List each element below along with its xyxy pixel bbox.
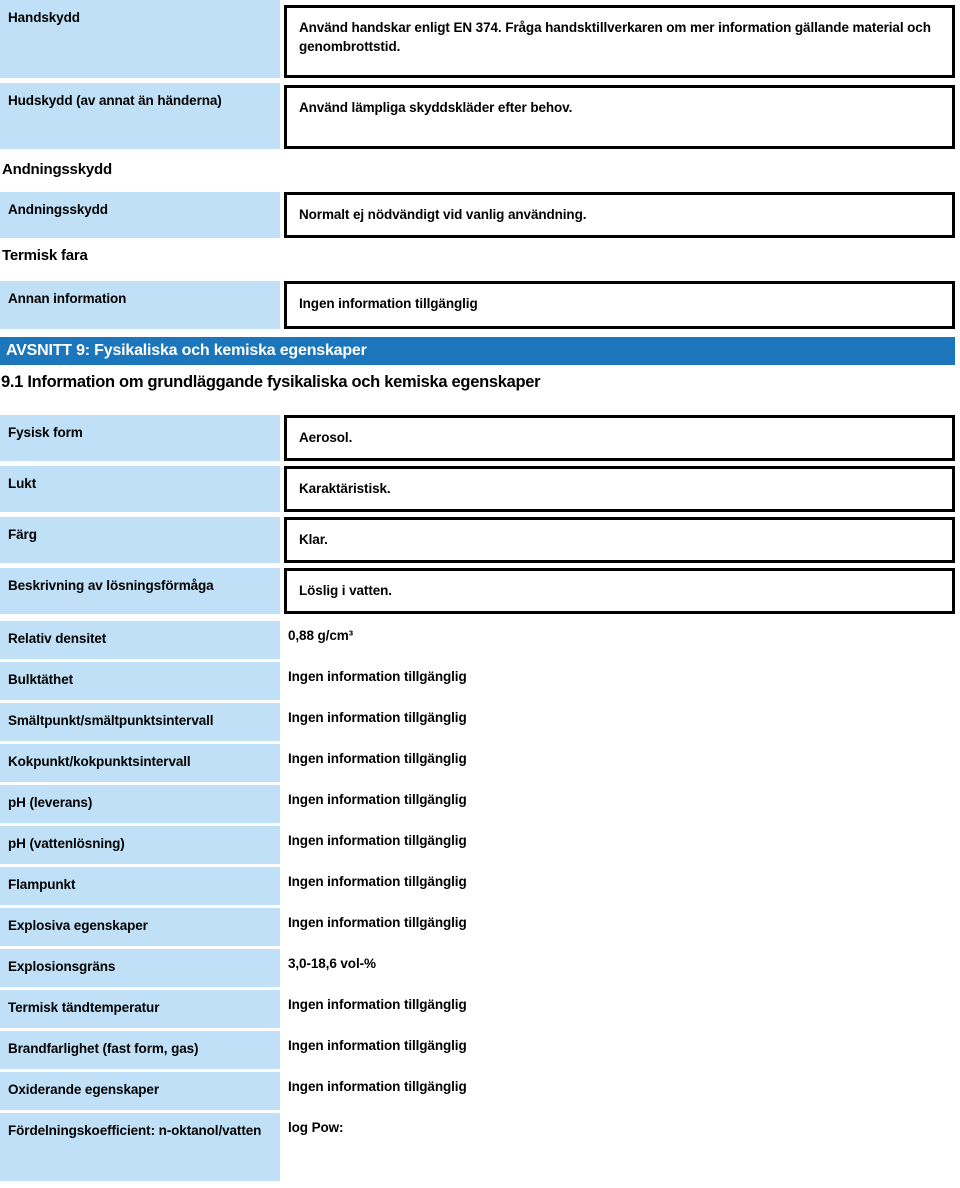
row-label-explosionsgrans: Explosionsgräns <box>0 949 280 987</box>
row-value-beskrivning-av-losningsformaga: Löslig i vatten. <box>284 568 955 614</box>
row-label-farg: Färg <box>0 517 280 563</box>
row-value-flampunkt: Ingen information tillgänglig <box>288 874 467 889</box>
row-label-ph-leverans: pH (leverans) <box>0 785 280 823</box>
row-value-termisk-tandtemperatur: Ingen information tillgänglig <box>288 997 467 1012</box>
row-label-smaltpunkt: Smältpunkt/smältpunktsintervall <box>0 703 280 741</box>
row-label-fysisk-form: Fysisk form <box>0 415 280 461</box>
row-value-oxiderande-egenskaper: Ingen information tillgänglig <box>288 1079 467 1094</box>
row-value-kokpunkt: Ingen information tillgänglig <box>288 751 467 766</box>
row-label-bulktathet: Bulktäthet <box>0 662 280 700</box>
row-label-lukt: Lukt <box>0 466 280 512</box>
row-value-ph-leverans: Ingen information tillgänglig <box>288 792 467 807</box>
row-label-ph-vattenlosning: pH (vattenlösning) <box>0 826 280 864</box>
row-label-annan-information: Annan information <box>0 281 280 329</box>
row-value-relativ-densitet: 0,88 g/cm³ <box>288 628 354 643</box>
row-label-oxiderande-egenskaper: Oxiderande egenskaper <box>0 1072 280 1110</box>
row-label-termisk-tandtemperatur: Termisk tändtemperatur <box>0 990 280 1028</box>
row-label-fordelningskoefficient: Fördelningskoefficient: n-oktanol/vatten <box>0 1113 280 1181</box>
row-value-ph-vattenlosning: Ingen information tillgänglig <box>288 833 467 848</box>
sds-page: Handskydd Använd handskar enligt EN 374.… <box>0 0 960 1188</box>
row-value-andningsskydd: Normalt ej nödvändigt vid vanlig användn… <box>284 192 955 238</box>
row-value-brandfarlighet: Ingen information tillgänglig <box>288 1038 467 1053</box>
row-value-fordelningskoefficient: log Pow: <box>288 1120 344 1135</box>
row-value-explosionsgrans: 3,0-18,6 vol-% <box>288 956 376 971</box>
row-label-beskrivning-av-losningsformaga: Beskrivning av lösningsförmåga <box>0 568 280 614</box>
row-value-smaltpunkt: Ingen information tillgänglig <box>288 710 467 725</box>
row-value-fysisk-form: Aerosol. <box>284 415 955 461</box>
subsection-heading-9-1: 9.1 Information om grundläggande fysikal… <box>1 373 541 391</box>
row-value-handskydd: Använd handskar enligt EN 374. Fråga han… <box>284 5 955 78</box>
row-label-flampunkt: Flampunkt <box>0 867 280 905</box>
row-value-hudskydd: Använd lämpliga skyddskläder efter behov… <box>284 85 955 149</box>
row-value-annan-information: Ingen information tillgänglig <box>284 281 955 329</box>
row-value-bulktathet: Ingen information tillgänglig <box>288 669 467 684</box>
subheading-termisk-fara: Termisk fara <box>2 247 88 264</box>
row-label-brandfarlighet: Brandfarlighet (fast form, gas) <box>0 1031 280 1069</box>
row-label-kokpunkt: Kokpunkt/kokpunktsintervall <box>0 744 280 782</box>
row-label-hudskydd: Hudskydd (av annat än händerna) <box>0 83 280 149</box>
section-banner-avsnitt-9: AVSNITT 9: Fysikaliska och kemiska egens… <box>0 337 955 365</box>
row-label-andningsskydd: Andningsskydd <box>0 192 280 238</box>
row-value-explosiva-egenskaper: Ingen information tillgänglig <box>288 915 467 930</box>
row-label-relativ-densitet: Relativ densitet <box>0 621 280 659</box>
row-label-handskydd: Handskydd <box>0 0 280 78</box>
row-value-lukt: Karaktäristisk. <box>284 466 955 512</box>
row-label-explosiva-egenskaper: Explosiva egenskaper <box>0 908 280 946</box>
row-value-farg: Klar. <box>284 517 955 563</box>
subheading-andningsskydd: Andningsskydd <box>2 161 112 178</box>
